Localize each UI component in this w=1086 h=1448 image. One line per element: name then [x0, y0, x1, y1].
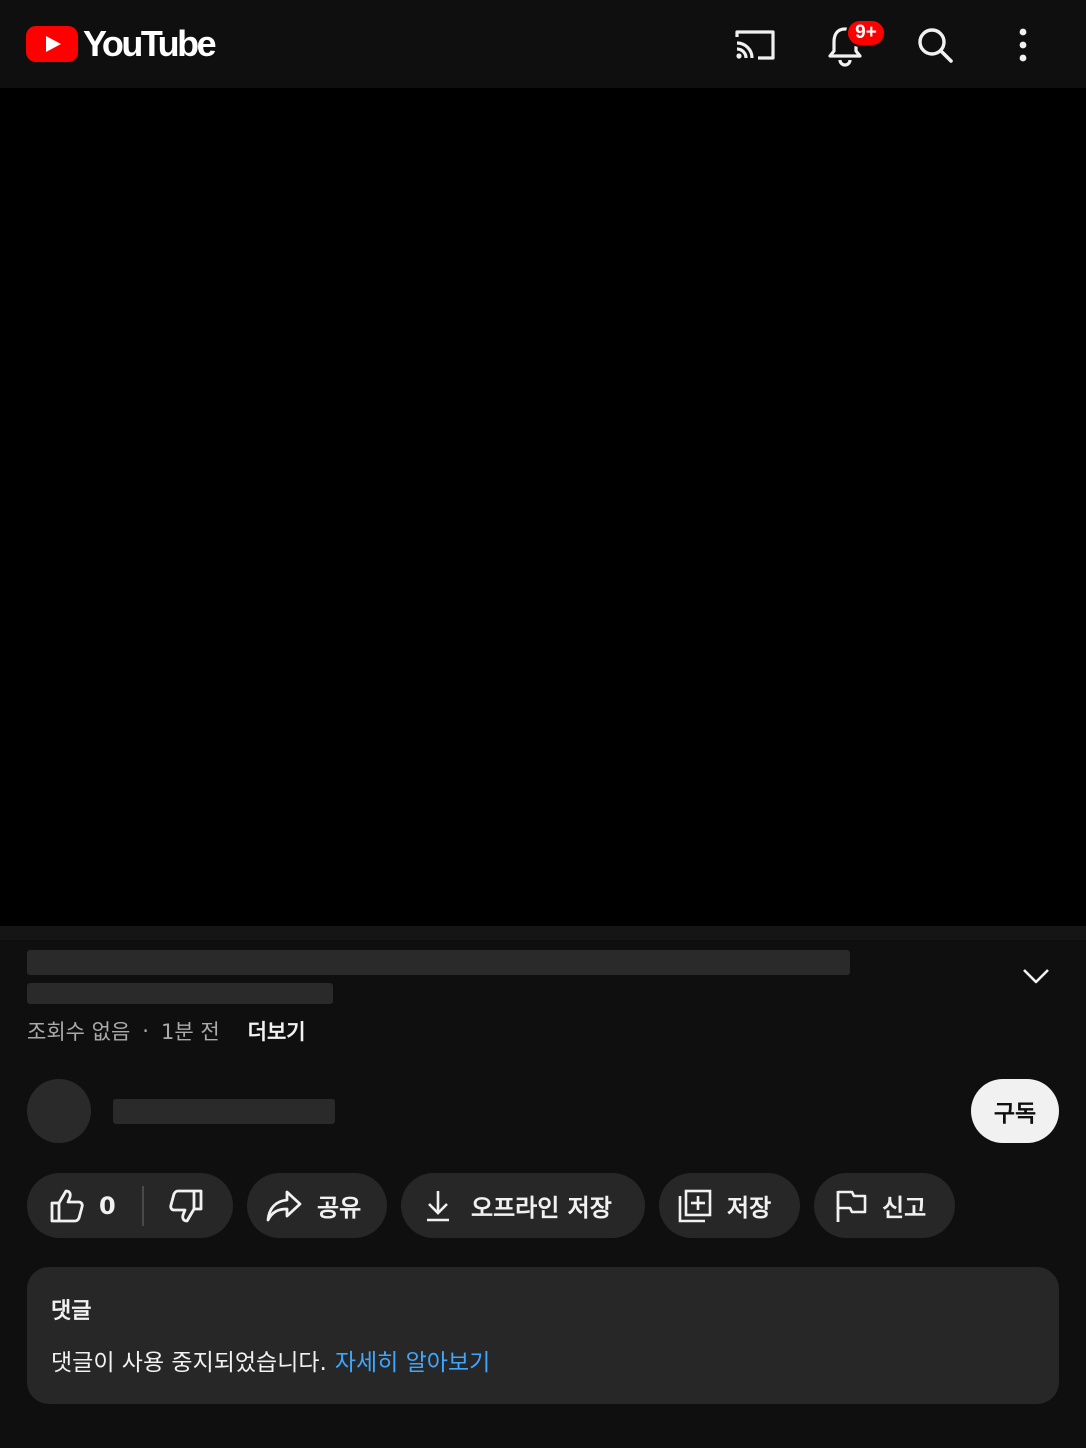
video-metadata: 조회수 없음 · 1분 전 더보기: [27, 1014, 306, 1048]
playlist-add-icon: [678, 1189, 712, 1222]
download-icon: [427, 1190, 449, 1221]
like-divider: [141, 1185, 144, 1226]
upload-age: 1분 전: [160, 1020, 220, 1044]
comments-panel[interactable]: 댓글 댓글이 사용 중지되었습니다. 자세히 알아보기: [27, 1267, 1059, 1404]
learn-more-link[interactable]: 자세히 알아보기: [335, 1350, 490, 1376]
thumb-up-icon: [50, 1189, 84, 1222]
top-app-bar: YouTube 9+: [0, 0, 1086, 88]
comments-disabled-message: 댓글이 사용 중지되었습니다. 자세히 알아보기: [51, 1343, 490, 1377]
notifications-button[interactable]: 9+: [818, 18, 886, 72]
notification-badge: 9+: [846, 19, 886, 47]
meta-separator: ·: [142, 1019, 149, 1043]
expand-description-button[interactable]: [1014, 956, 1058, 996]
flag-icon: [836, 1190, 867, 1222]
save-to-playlist-button[interactable]: 저장: [659, 1173, 800, 1238]
search-icon: [918, 28, 953, 63]
like-button[interactable]: 0: [49, 1188, 116, 1224]
report-label: 신고: [882, 1194, 927, 1222]
cast-button[interactable]: [728, 18, 782, 72]
youtube-logo[interactable]: YouTube: [26, 23, 217, 64]
channel-name-placeholder: [113, 1099, 335, 1124]
chevron-down-icon: [1023, 969, 1049, 984]
comments-disabled-text: 댓글이 사용 중지되었습니다.: [51, 1350, 327, 1376]
search-button[interactable]: [908, 18, 962, 72]
share-button[interactable]: 공유: [247, 1173, 387, 1238]
report-button[interactable]: 신고: [814, 1173, 955, 1238]
title-placeholder-line-2: [27, 983, 333, 1004]
more-vert-icon: [1019, 28, 1027, 62]
video-player[interactable]: [0, 88, 1086, 926]
share-icon: [266, 1190, 302, 1221]
download-button[interactable]: 오프라인 저장: [401, 1173, 645, 1238]
title-placeholder: [27, 950, 850, 975]
dislike-button[interactable]: [168, 1188, 204, 1224]
download-label: 오프라인 저장: [471, 1194, 612, 1222]
player-progress-track: [0, 926, 1086, 940]
comments-title: 댓글: [51, 1299, 92, 1324]
thumb-down-icon: [169, 1189, 203, 1222]
youtube-play-icon: [26, 26, 78, 62]
more-options-button[interactable]: [996, 18, 1050, 72]
logo-text: YouTube: [83, 23, 217, 64]
like-count: 0: [99, 1191, 116, 1220]
like-dislike-group: 0: [27, 1173, 233, 1238]
cast-icon: [735, 30, 775, 60]
subscribe-button[interactable]: 구독: [971, 1079, 1059, 1143]
view-count: 조회수 없음: [27, 1020, 131, 1044]
save-label: 저장: [727, 1194, 772, 1222]
channel-avatar[interactable]: [27, 1079, 91, 1143]
more-link[interactable]: 더보기: [248, 1016, 306, 1046]
share-label: 공유: [317, 1194, 362, 1222]
